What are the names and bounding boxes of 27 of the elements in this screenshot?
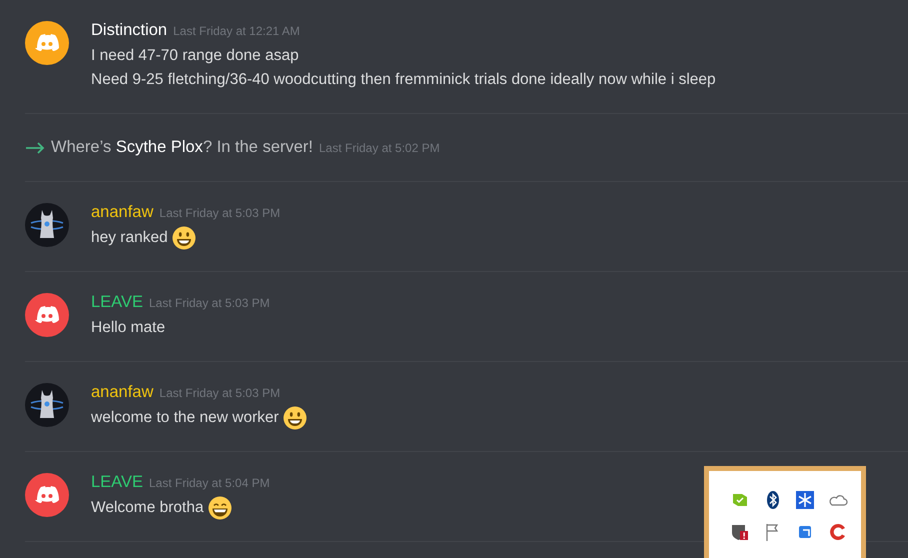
username[interactable]: Distinction (91, 21, 168, 40)
c-logo-icon[interactable] (828, 522, 848, 542)
message-text: I need 47-70 range done asap (91, 46, 299, 66)
grinning-emoji-icon (208, 496, 232, 520)
arrow-right-icon (25, 142, 45, 154)
timestamp: Last Friday at 5:03 PM (159, 206, 280, 220)
message-text: Need 9-25 fletching/36-40 woodcutting then fremminick trials done ideally now while i sleep (91, 70, 716, 90)
smiley-emoji-icon (172, 226, 196, 250)
username[interactable]: ananfaw (91, 383, 154, 402)
timestamp: Last Friday at 5:02 PM (319, 140, 440, 154)
message-text: Welcome brotha (91, 498, 204, 518)
join-message-text: Where’s Scythe Plox? In the server! (51, 138, 313, 157)
message-text: Hello mate (91, 318, 166, 338)
shield-icon[interactable] (730, 522, 750, 542)
timestamp: Last Friday at 12:21 AM (173, 24, 300, 38)
smiley-emoji-icon (282, 406, 307, 430)
message-text: hey ranked (91, 228, 168, 248)
username[interactable]: ananfaw (91, 203, 154, 222)
timestamp: Last Friday at 5:03 PM (159, 386, 280, 400)
timestamp: Last Friday at 5:04 PM (148, 476, 270, 490)
avatar-icon (25, 383, 69, 427)
message-text: welcome to the new worker (91, 408, 279, 428)
username[interactable]: LEAVE (91, 293, 143, 312)
username[interactable]: LEAVE (91, 473, 143, 492)
snowflake-icon[interactable] (795, 490, 815, 510)
timestamp: Last Friday at 5:03 PM (148, 296, 270, 310)
avatar-icon (25, 203, 69, 247)
